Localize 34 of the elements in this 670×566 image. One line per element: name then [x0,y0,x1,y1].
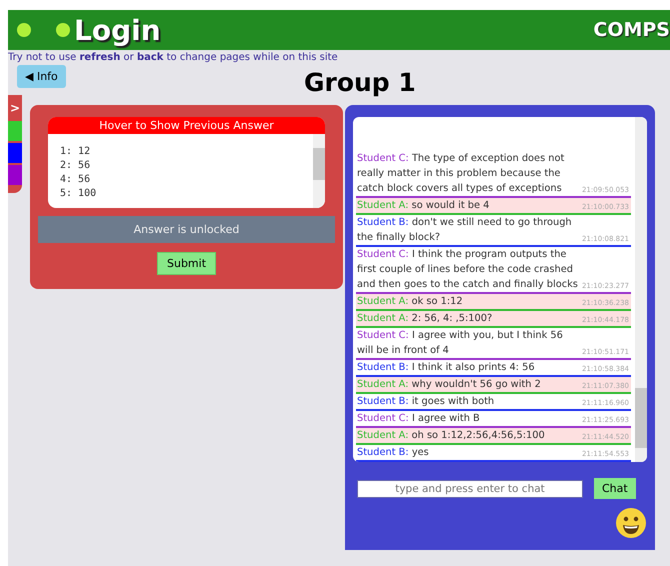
message-text: Student A: why wouldn't 56 go with 2 [357,378,542,392]
group-title: Group 1 [304,68,416,97]
message-text: Student A: oh so 1:12,2:56,4:56,5:100 [357,429,546,443]
info-button[interactable]: ◀ Info [17,65,66,88]
login-title: Login [74,14,161,46]
message-text: Student B: it goes with both [357,395,496,409]
status-dot [56,23,70,37]
message-text: Student A: 2: 56, 4: ,5:100? [357,312,494,326]
message-text: Student B: don't we still need to go through the finally block? [357,216,573,245]
brand-title: COMPS [593,19,670,41]
side-tab[interactable] [8,165,22,185]
smiley-icon[interactable] [615,507,647,539]
side-tab[interactable] [8,121,22,141]
answer-line: 5: 100 [60,187,98,201]
message-text: Student A: ok so 1:12 [357,295,464,309]
answer-line: 4: 56 [60,173,92,187]
answer-line: 2: 56 [60,159,92,173]
answer-heading: Hover to Show Previous Answer [48,117,325,134]
chat-button[interactable]: Chat [594,478,636,499]
notice-text: Try not to use refresh or back to change pages while on this site [8,51,339,63]
message-text: Student A: so would it be 4 [357,199,490,213]
message-text: Student C: I agree with B [357,412,481,426]
scrollbar[interactable] [313,134,325,208]
answer-line: 1: 12 [60,145,92,159]
message-text: Student B: I think it also prints 4: 56 [357,361,536,375]
status-dot [17,23,31,37]
message-text: Student B: yes [357,446,430,460]
chat-input[interactable]: type and press enter to chat [357,480,583,498]
submit-button[interactable]: Submit [156,252,216,275]
side-tab[interactable] [8,143,22,163]
message-text: Student C: I agree with you, but I think 56 will be in front of 4 [357,329,564,358]
scrollbar[interactable] [635,117,647,462]
answer-box[interactable]: Hover to Show Previous Answer 1: 12 2: 56 4: 56 5: 100 [48,117,325,208]
unlock-status: Answer is unlocked [38,216,335,243]
